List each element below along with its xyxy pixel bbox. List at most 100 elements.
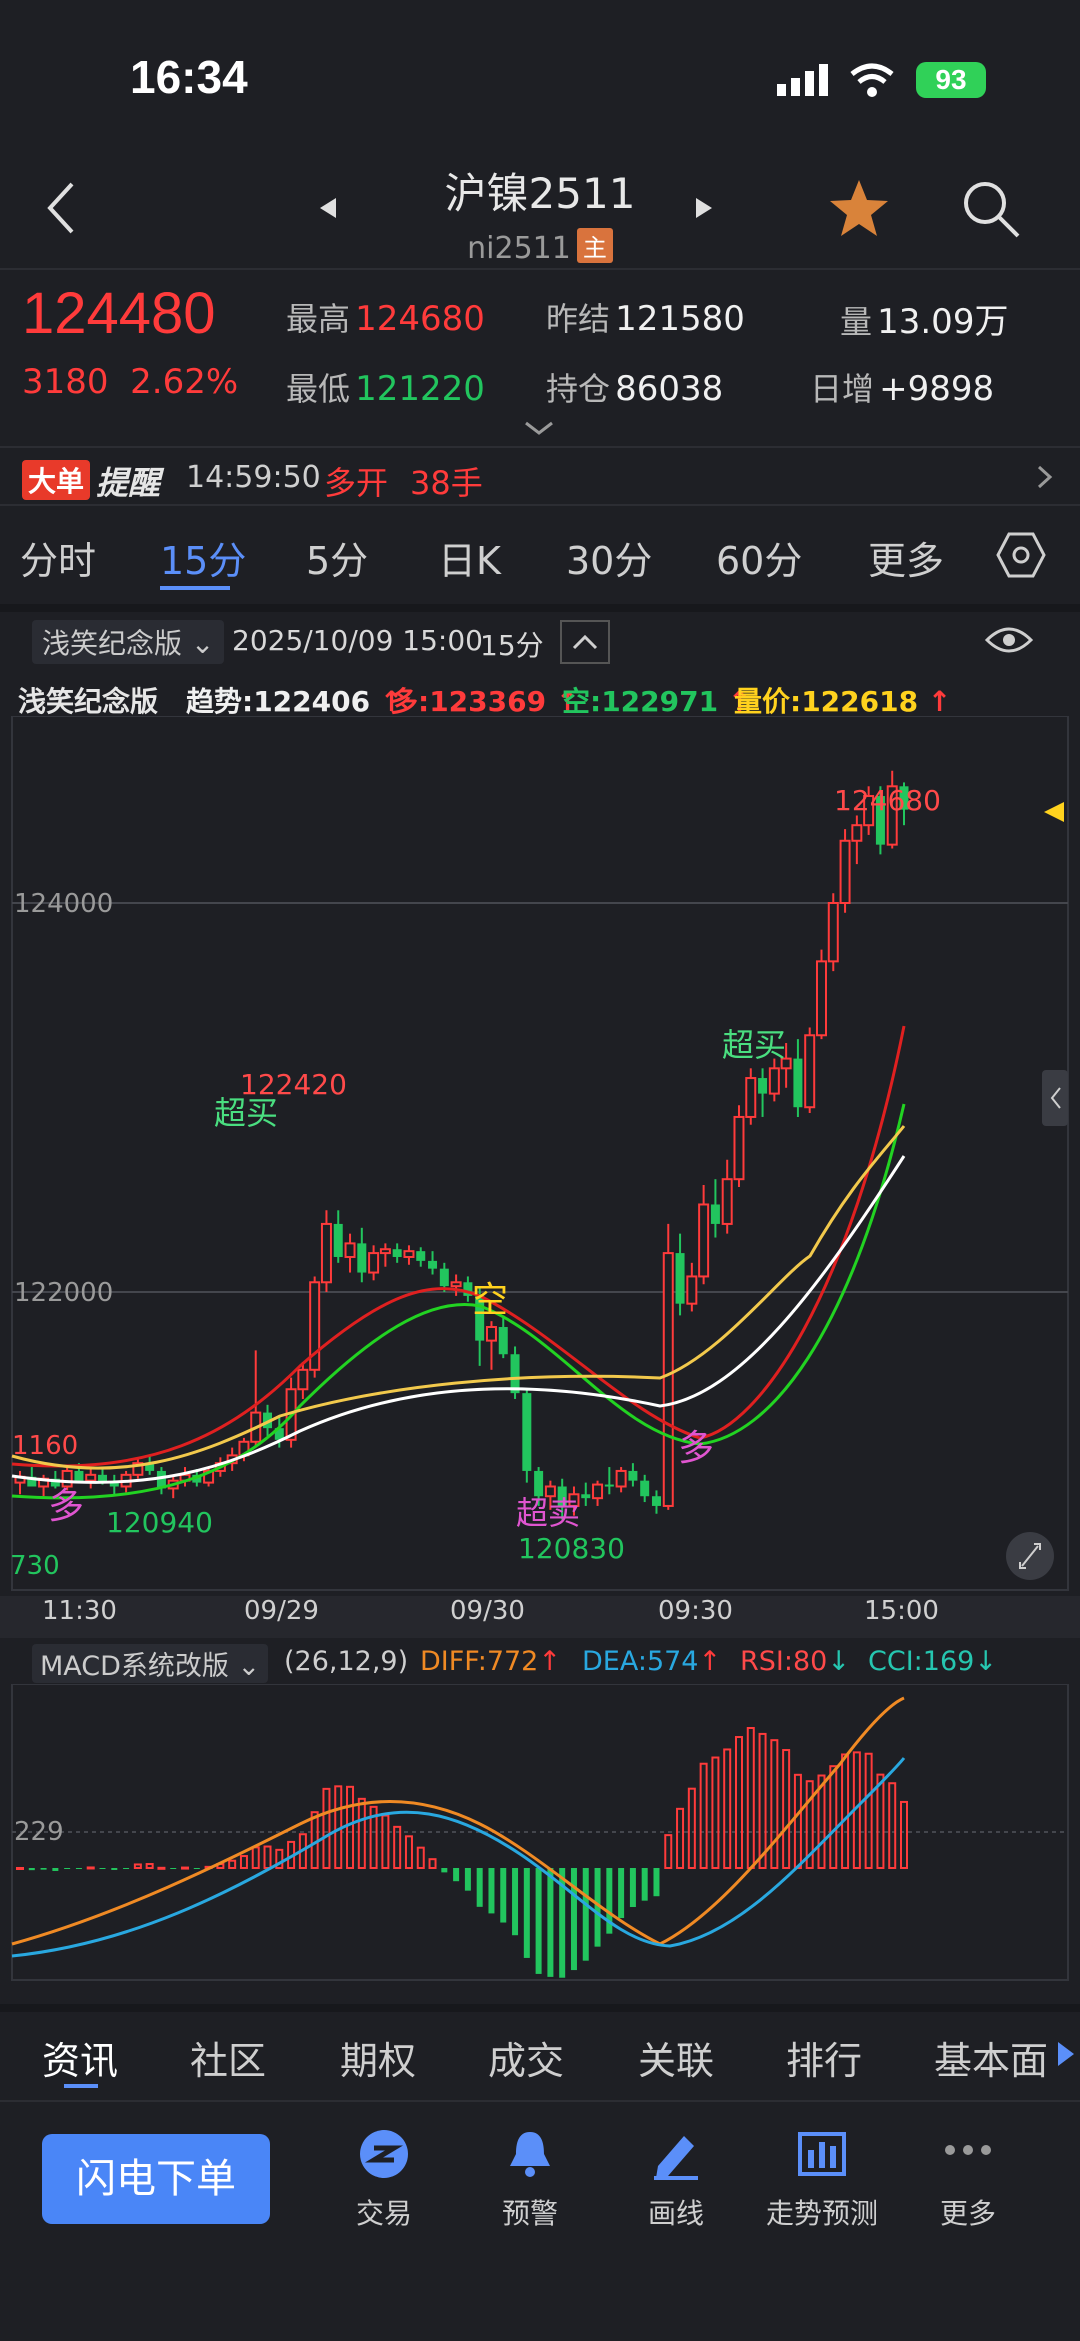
alert-qty: 38手 (410, 464, 483, 502)
tab-30min[interactable]: 30分 (566, 530, 652, 585)
macd-select[interactable]: MACD系统改版 ⌄ (32, 1644, 269, 1683)
forecast-icon[interactable] (796, 2128, 848, 2180)
macd-bar (488, 1868, 495, 1914)
dock-alert-label[interactable]: 预警 (460, 2192, 600, 2232)
candle-body (439, 1268, 449, 1287)
tab-fundamentals[interactable]: 基本面 (934, 2030, 1048, 2085)
flash-order-button[interactable]: 闪电下单 (42, 2134, 270, 2224)
tab-news[interactable]: 资讯 (42, 2030, 118, 2085)
expand-chevron-icon[interactable] (524, 420, 554, 436)
macd-bar (75, 1868, 82, 1869)
trade-icon[interactable] (358, 2128, 410, 2180)
macd-bar (864, 1752, 873, 1869)
candle-body (403, 1250, 415, 1258)
tab-options[interactable]: 期权 (340, 2030, 416, 2085)
candle-body (793, 1058, 803, 1108)
macd-bar (157, 1866, 166, 1870)
macd-chart[interactable]: 229 (0, 1684, 1080, 1984)
trend-line (11, 1155, 906, 1484)
macd-bar (676, 1807, 685, 1870)
next-contract-icon[interactable] (694, 196, 714, 220)
candle-body (485, 1326, 497, 1342)
macd-bar (841, 1753, 850, 1869)
kline-chart[interactable]: 124000 122000 124680 122420 120940 12083… (0, 716, 1080, 1596)
annot-120940: 120940 (106, 1506, 213, 1539)
dock-draw-label[interactable]: 画线 (606, 2192, 746, 2232)
last-price: 124480 (22, 281, 216, 346)
search-icon[interactable] (960, 178, 1022, 240)
candle-body (344, 1242, 356, 1258)
tab-daily[interactable]: 日K (438, 530, 501, 585)
high-stat: 最高 124680 (286, 299, 485, 339)
macd-diff: DIFF:772↑ (420, 1646, 561, 1677)
tab-trades[interactable]: 成交 (488, 2030, 564, 2085)
macd-bar (239, 1855, 248, 1870)
macd-bar (687, 1787, 696, 1869)
contract-code: ni2511 主 (0, 228, 1080, 266)
settings-hex-icon[interactable] (996, 530, 1046, 580)
candle-body (392, 1249, 402, 1257)
macd-bar (653, 1868, 660, 1897)
macd-bar (322, 1787, 331, 1869)
annot-short-signal: 空 (472, 1280, 508, 1321)
side-panel-handle[interactable] (1042, 1070, 1068, 1126)
eye-icon[interactable] (984, 622, 1034, 658)
big-order-badge: 大单 (22, 460, 91, 500)
dock-trade-label[interactable]: 交易 (314, 2192, 454, 2232)
collapse-chart-icon[interactable] (560, 620, 610, 664)
current-price-marker (1044, 802, 1064, 822)
macd-bar (629, 1868, 636, 1908)
macd-bar (170, 1868, 177, 1869)
candle-body (721, 1178, 733, 1225)
bottom-tab-indicator (64, 2084, 98, 2088)
status-time: 16:34 (130, 51, 248, 103)
macd-bar (52, 1868, 59, 1871)
candle-body (604, 1484, 614, 1487)
tab-related[interactable]: 关联 (638, 2030, 714, 2085)
candle-body (297, 1368, 309, 1391)
tab-fenshi[interactable]: 分时 (20, 530, 96, 585)
more-dots-icon[interactable] (942, 2140, 994, 2160)
candle-body (815, 960, 827, 1037)
volume-stat: 量 13.09万 (840, 302, 1009, 342)
tab-5min[interactable]: 5分 (306, 530, 368, 585)
candle-body (379, 1248, 391, 1255)
alert-chevron-icon[interactable] (1036, 464, 1054, 490)
active-tab-indicator (160, 586, 230, 590)
macd-bar (746, 1727, 755, 1869)
macd-bar (512, 1868, 519, 1936)
macd-params: (26,12,9) (284, 1646, 409, 1677)
tab-15min[interactable]: 15分 (160, 530, 246, 585)
candle-body (851, 824, 863, 842)
short-value: 空:122971 ↑ (562, 685, 752, 718)
macd-bar (782, 1749, 791, 1869)
dock-forecast-label[interactable]: 走势预测 (752, 2192, 892, 2232)
page-title: 沪镍2511 (444, 169, 636, 218)
candle-body (450, 1281, 462, 1288)
macd-bar (641, 1868, 648, 1901)
candle-body (320, 1222, 332, 1284)
macd-bar (664, 1834, 673, 1869)
dock-more-label[interactable]: 更多 (898, 2192, 1038, 2232)
time-tick-5: 15:00 (864, 1596, 939, 1626)
candle-body (662, 1252, 674, 1507)
main-badge: 主 (576, 228, 613, 263)
macd-bar (251, 1846, 260, 1869)
indicator-select[interactable]: 浅笑纪念版 ⌄ (32, 620, 225, 664)
tab-ranking[interactable]: 排行 (786, 2030, 862, 2085)
bell-icon[interactable] (504, 2128, 556, 2180)
macd-bar (699, 1762, 708, 1869)
tab-community[interactable]: 社区 (190, 2030, 266, 2085)
candle-body (592, 1483, 604, 1500)
candle-body (733, 1115, 745, 1181)
draw-icon[interactable] (650, 2128, 702, 2180)
star-icon[interactable] (828, 178, 890, 238)
time-axis: 11:30 09/29 09/30 09:30 15:00 (0, 1596, 1080, 1638)
macd-bar (263, 1845, 272, 1870)
vol-price-line (11, 1125, 906, 1470)
tabs-scroll-icon[interactable] (1056, 2040, 1076, 2068)
tab-more[interactable]: 更多 (868, 530, 944, 585)
tab-60min[interactable]: 60分 (716, 530, 802, 585)
prev-settle-stat: 昨结 121580 (546, 299, 745, 339)
macd-bar (193, 1868, 200, 1869)
